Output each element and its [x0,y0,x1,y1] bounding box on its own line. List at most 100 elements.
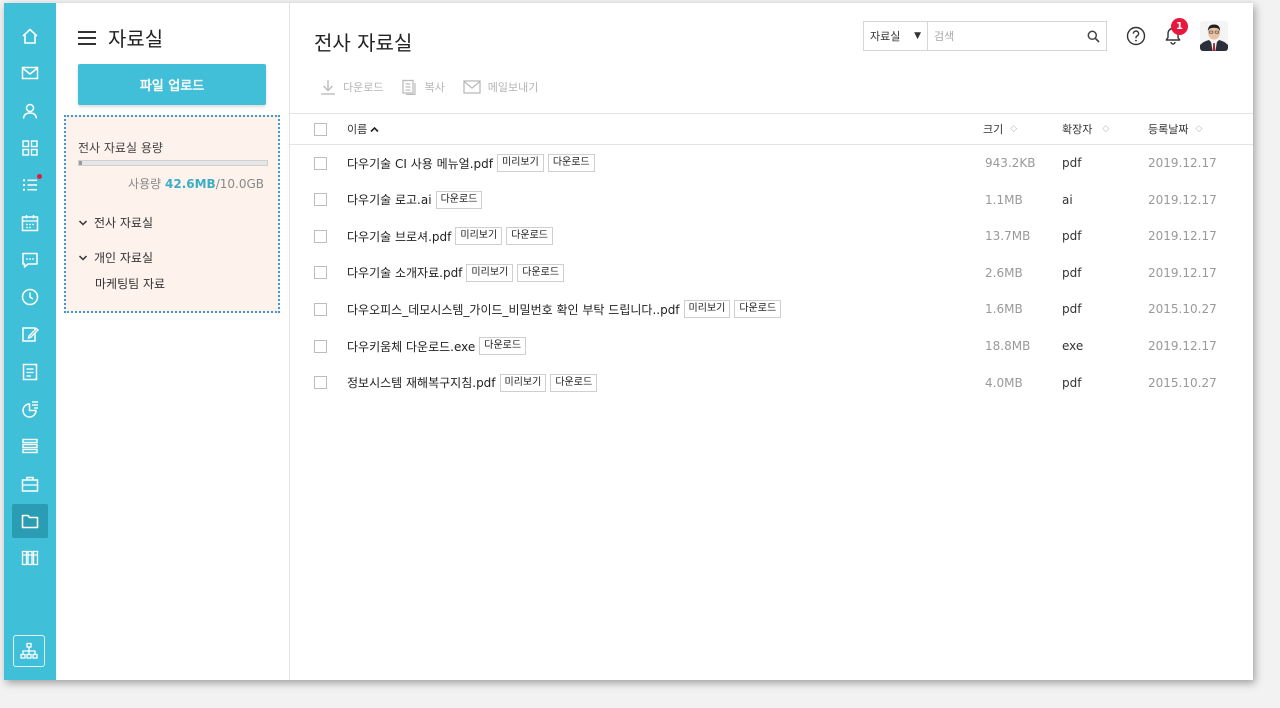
table-row[interactable]: 다우기술 CI 사용 메뉴얼.pdf 미리보기 다운로드 943.2KB pdf 2019… [290,145,1253,181]
rail-chat-button[interactable] [12,243,48,277]
table-row[interactable]: 정보시스템 재해복구지침.pdf 미리보기 다운로드 4.0MB pdf 2015.10.… [290,365,1253,401]
file-name-link[interactable]: 다우키움체 다운로드.exe [347,338,475,355]
row-download-button[interactable]: 다운로드 [550,373,598,392]
rail-task-list-button[interactable] [12,168,48,202]
row-checkbox-cell [314,328,327,364]
org-chart-button[interactable] [13,635,45,667]
file-date: 2019.12.17 [1148,339,1217,353]
row-checkbox-cell [314,182,327,218]
preview-button[interactable]: 미리보기 [455,227,503,246]
storage-usage-prefix: 사용량 [128,177,162,191]
upload-file-button[interactable]: 파일 업로드 [78,64,266,105]
row-download-button[interactable]: 다운로드 [517,263,565,282]
board-icon [22,439,38,454]
row-checkbox[interactable] [314,376,327,390]
send-mail-button[interactable]: 메일보내기 [463,79,539,95]
apps-grid-icon [22,140,38,156]
send-mail-label: 메일보내기 [487,81,539,94]
preview-button[interactable]: 미리보기 [683,300,731,319]
row-checkbox[interactable] [314,339,327,353]
clock-icon [21,288,39,306]
rail-columns-button[interactable] [12,541,48,575]
rail-folder-button[interactable] [12,503,48,538]
column-header-date-label: 등록날짜 [1148,123,1189,136]
file-extension: pdf [1062,229,1082,244]
search-scope-value: 자료실 [870,30,901,43]
tree-item-personal[interactable]: 개인 자료실 [78,249,153,266]
copy-button[interactable]: 복사 [401,79,445,95]
rail-survey-button[interactable] [12,392,48,426]
select-all-checkbox[interactable] [314,122,327,136]
search-scope-select[interactable]: 자료실 ▼ [864,22,928,50]
rail-clock-button[interactable] [12,280,48,314]
row-download-button[interactable]: 다운로드 [734,300,782,319]
storage-total: /10.0GB [215,177,264,191]
file-name-link[interactable]: 다우기술 로고.ai [347,191,432,208]
rail-briefcase-button[interactable] [12,467,48,501]
rail-mail-button[interactable] [12,56,48,90]
rail-apps-grid-button[interactable] [12,131,48,165]
row-checkbox[interactable] [314,302,327,316]
row-checkbox[interactable] [314,156,327,170]
sidebar-header: 자료실 [78,23,163,52]
file-date: 2019.12.17 [1148,265,1217,280]
rail-edit-button[interactable] [12,317,48,351]
storage-usage: 사용량 42.6MB/10.0GB [128,175,264,192]
row-checkbox[interactable] [314,266,327,280]
columns-icon [21,551,39,566]
rail-calendar-button[interactable] [12,206,48,240]
table-row[interactable]: 다우키움체 다운로드.exe 다운로드 18.8MB exe 2019.12.17 [290,328,1253,364]
download-icon [321,80,335,95]
download-label: 다운로드 [343,81,384,94]
preview-button[interactable]: 미리보기 [499,373,547,392]
search-input[interactable] [928,22,1080,50]
table-row[interactable]: 다우기술 브로셔.pdf 미리보기 다운로드 13.7MB pdf 2019.12.17 [290,218,1253,254]
row-checkbox[interactable] [314,193,327,207]
column-header-size[interactable]: 크기 ◇ [983,114,1017,144]
sort-icon: ◇ [1010,124,1018,134]
tree-item-label: 전사 자료실 [94,216,154,230]
file-name-link[interactable]: 정보시스템 재해복구지침.pdf [347,374,496,391]
file-extension: pdf [1062,265,1082,280]
survey-icon [22,401,38,418]
rail-board-button[interactable] [12,429,48,463]
app-window: 자료실 파일 업로드 전사 자료실 용량 사용량 42.6MB/10.0GB 전… [4,3,1253,680]
table-row[interactable]: 다우기술 소개자료.pdf 미리보기 다운로드 2.6MB pdf 2019.12.17 [290,255,1253,291]
table-row[interactable]: 다우오피스_데모시스템_가이드_비밀번호 확인 부탁 드립니다..pdf 미리보기… [290,291,1253,327]
preview-button[interactable]: 미리보기 [466,263,514,282]
row-checkbox[interactable] [314,229,327,243]
row-download-button[interactable]: 다운로드 [547,154,595,172]
file-name-link[interactable]: 다우오피스_데모시스템_가이드_비밀번호 확인 부탁 드립니다..pdf [347,301,680,318]
file-name-link[interactable]: 다우기술 브로셔.pdf [347,228,451,245]
search-button[interactable] [1080,22,1106,50]
row-download-button[interactable]: 다운로드 [479,337,527,355]
column-header-size-label: 크기 [983,123,1004,136]
table-row[interactable]: 다우기술 로고.ai 다운로드 1.1MB ai 2019.12.17 [290,182,1253,218]
row-download-button[interactable]: 다운로드 [506,227,553,246]
download-button[interactable]: 다운로드 [320,79,383,95]
row-checkbox-cell [314,145,327,181]
column-header-date[interactable]: 등록날짜 ◇ [1148,114,1202,144]
file-name-link[interactable]: 다우기술 소개자료.pdf [347,264,462,281]
column-header-name[interactable]: 이름 [347,114,379,144]
file-extension: ai [1062,192,1073,207]
table-header: 이름 크기 ◇ 확장자 ◇ 등록날짜 ◇ [290,113,1253,145]
help-button[interactable] [1124,24,1148,48]
menu-icon[interactable] [78,30,96,45]
column-header-name-label: 이름 [347,123,368,136]
notifications-button[interactable]: 1 [1161,18,1188,48]
rail-home-button[interactable] [12,19,48,53]
file-date: 2015.10.27 [1148,302,1217,317]
rail-report-button[interactable] [12,355,48,389]
preview-button[interactable]: 미리보기 [497,154,544,172]
file-name-link[interactable]: 다우기술 CI 사용 메뉴얼.pdf [347,155,493,172]
column-header-ext[interactable]: 확장자 ◇ [1062,114,1109,144]
rail-contacts-button[interactable] [12,94,48,128]
tree-item-marketing[interactable]: 마케팅팀 자료 [95,275,165,292]
storage-progress-fill [79,161,82,165]
avatar[interactable] [1200,21,1228,51]
file-size: 1.1MB [985,192,1023,207]
tree-item-company[interactable]: 전사 자료실 [78,214,153,231]
row-download-button[interactable]: 다운로드 [435,190,483,209]
copy-icon [402,79,417,95]
